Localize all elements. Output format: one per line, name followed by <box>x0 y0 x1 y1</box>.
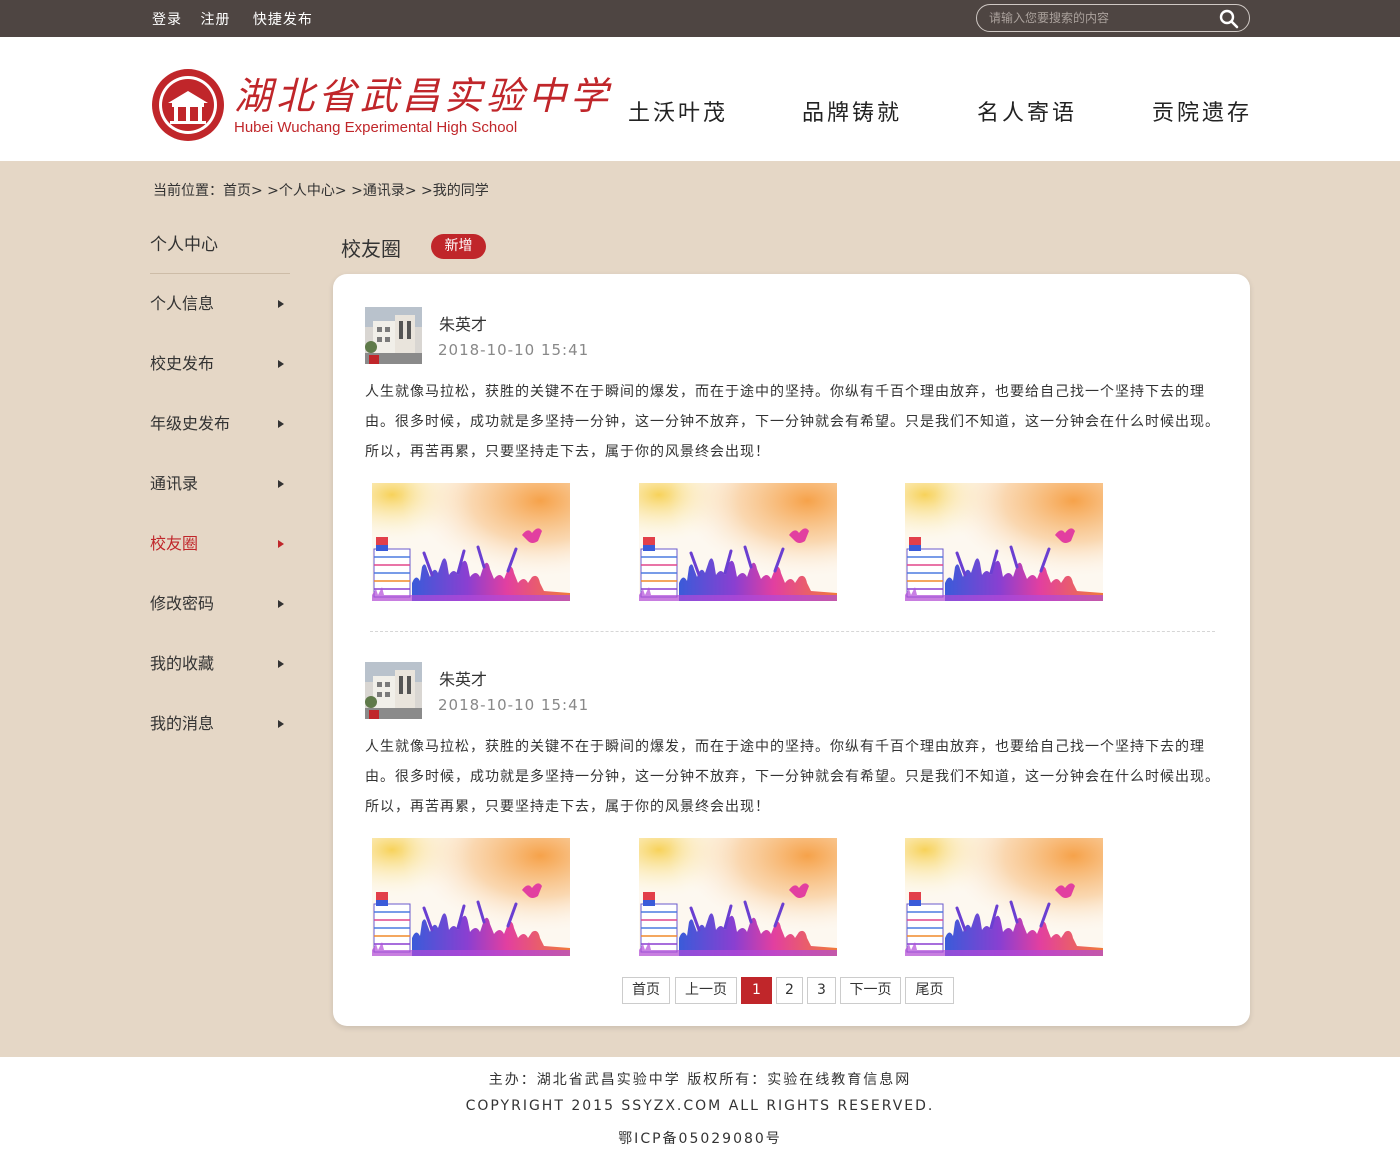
search-box <box>976 4 1250 32</box>
breadcrumb-home[interactable]: 首页 <box>223 183 251 199</box>
breadcrumb: 当前位置：首页> >个人中心> >通讯录> >我的同学 <box>153 180 489 200</box>
search-icon[interactable] <box>1219 9 1239 29</box>
post-time: 2018-10-10 15:41 <box>438 341 590 359</box>
pager-page-2[interactable]: 2 <box>776 977 803 1004</box>
top-bar: 登录 注册 快捷发布 <box>0 0 1400 37</box>
school-emblem-icon <box>152 69 224 141</box>
avatar[interactable] <box>365 307 422 364</box>
account-links: 登录 注册 快捷发布 <box>152 9 326 29</box>
post-author[interactable]: 朱英才 <box>439 311 487 335</box>
breadcrumb-separator: > > <box>334 183 363 199</box>
sidebar-item-label: 修改密码 <box>150 594 215 613</box>
arrow-right-icon <box>278 300 284 308</box>
add-post-button[interactable]: 新增 <box>431 234 486 259</box>
section-title: 校友圈 <box>341 237 401 261</box>
pager-next[interactable]: 下一页 <box>840 977 901 1004</box>
sidebar-item-label: 个人信息 <box>150 294 215 313</box>
quick-publish-link[interactable]: 快捷发布 <box>253 12 313 28</box>
post-photo[interactable] <box>905 838 1103 956</box>
sidebar-item-personal-info[interactable]: 个人信息 <box>150 274 290 334</box>
pager-prev[interactable]: 上一页 <box>675 977 737 1004</box>
search-input[interactable] <box>989 9 1209 27</box>
nav-item-gongyuanyicun[interactable]: 贡院遗存 <box>1152 95 1252 127</box>
arrow-right-icon <box>278 540 284 548</box>
post-time: 2018-10-10 15:41 <box>438 696 590 714</box>
footer-copyright: COPYRIGHT 2015 SSYZX.COM ALL RIGHTS RESE… <box>465 1098 935 1114</box>
school-logo[interactable]: 湖北省武昌实验中学 Hubei Wuchang Experimental Hig… <box>150 67 608 143</box>
post-divider <box>370 631 1215 632</box>
sidebar-item-grade-history[interactable]: 年级史发布 <box>150 394 290 454</box>
school-name-en: Hubei Wuchang Experimental High School <box>234 119 518 136</box>
sidebar-item-label: 年级史发布 <box>150 414 231 433</box>
breadcrumb-classmates[interactable]: 我的同学 <box>433 183 489 199</box>
register-link[interactable]: 注册 <box>200 12 230 28</box>
breadcrumb-personal-center[interactable]: 个人中心 <box>279 183 335 199</box>
breadcrumb-separator: > > <box>251 183 279 199</box>
login-link[interactable]: 登录 <box>152 12 182 28</box>
pager-page-3[interactable]: 3 <box>807 977 836 1004</box>
breadcrumb-prefix: 当前位置： <box>153 183 223 199</box>
sidebar-item-messages[interactable]: 我的消息 <box>150 694 290 754</box>
sidebar-item-label: 校史发布 <box>150 354 215 373</box>
post-photo[interactable] <box>372 483 570 601</box>
arrow-right-icon <box>278 480 284 488</box>
footer-icp[interactable]: 鄂ICP备05029080号 <box>0 1128 1400 1148</box>
sidebar-item-label: 通讯录 <box>150 474 199 493</box>
sidebar-title: 个人中心 <box>150 224 290 274</box>
arrow-right-icon <box>278 600 284 608</box>
arrow-right-icon <box>278 360 284 368</box>
arrow-right-icon <box>278 420 284 428</box>
sidebar-item-label: 我的消息 <box>150 714 215 733</box>
arrow-right-icon <box>278 660 284 668</box>
post-photo[interactable] <box>639 483 837 601</box>
nav-item-pinpaizhujiu[interactable]: 品牌铸就 <box>802 95 902 127</box>
pager-first[interactable]: 首页 <box>622 977 670 1004</box>
post-photo[interactable] <box>905 483 1103 601</box>
sidebar: 个人中心 个人信息 校史发布 年级史发布 通讯录 校友圈 修改密码 我的收藏 我… <box>150 224 290 754</box>
posts-panel: 朱英才 2018-10-10 15:41 人生就像马拉松，获胜的关键不在于瞬间的… <box>333 274 1250 1026</box>
site-footer: 主办：湖北省武昌实验中学 版权所有：实验在线教育信息网 COPYRIGHT 20… <box>0 1057 1400 1167</box>
pager-page-1[interactable]: 1 <box>741 977 772 1004</box>
breadcrumb-separator: > > <box>404 183 433 199</box>
sidebar-item-contacts[interactable]: 通讯录 <box>150 454 290 514</box>
sidebar-item-alumni-circle[interactable]: 校友圈 <box>150 514 290 574</box>
post-text: 人生就像马拉松，获胜的关键不在于瞬间的爆发，而在于途中的坚持。你纵有千百个理由放… <box>365 384 1220 460</box>
post-author[interactable]: 朱英才 <box>439 666 487 690</box>
post-text: 人生就像马拉松，获胜的关键不在于瞬间的爆发，而在于途中的坚持。你纵有千百个理由放… <box>365 739 1220 815</box>
nav-item-tuwoyemao[interactable]: 土沃叶茂 <box>628 95 728 127</box>
school-name-cn: 湖北省武昌实验中学 <box>234 74 613 118</box>
avatar[interactable] <box>365 662 422 719</box>
sidebar-item-label: 校友圈 <box>150 534 199 553</box>
sidebar-item-label: 我的收藏 <box>150 654 215 673</box>
nav-item-mingrenjiyu[interactable]: 名人寄语 <box>977 95 1077 127</box>
sidebar-item-change-password[interactable]: 修改密码 <box>150 574 290 634</box>
arrow-right-icon <box>278 720 284 728</box>
pager-last[interactable]: 尾页 <box>905 977 954 1004</box>
site-header: 湖北省武昌实验中学 Hubei Wuchang Experimental Hig… <box>0 37 1400 161</box>
breadcrumb-contacts[interactable]: 通讯录 <box>363 183 405 199</box>
post-photo[interactable] <box>372 838 570 956</box>
sidebar-item-school-history[interactable]: 校史发布 <box>150 334 290 394</box>
sidebar-item-favorites[interactable]: 我的收藏 <box>150 634 290 694</box>
post-photo[interactable] <box>639 838 837 956</box>
footer-sponsor: 主办：湖北省武昌实验中学 版权所有：实验在线教育信息网 <box>488 1072 912 1088</box>
